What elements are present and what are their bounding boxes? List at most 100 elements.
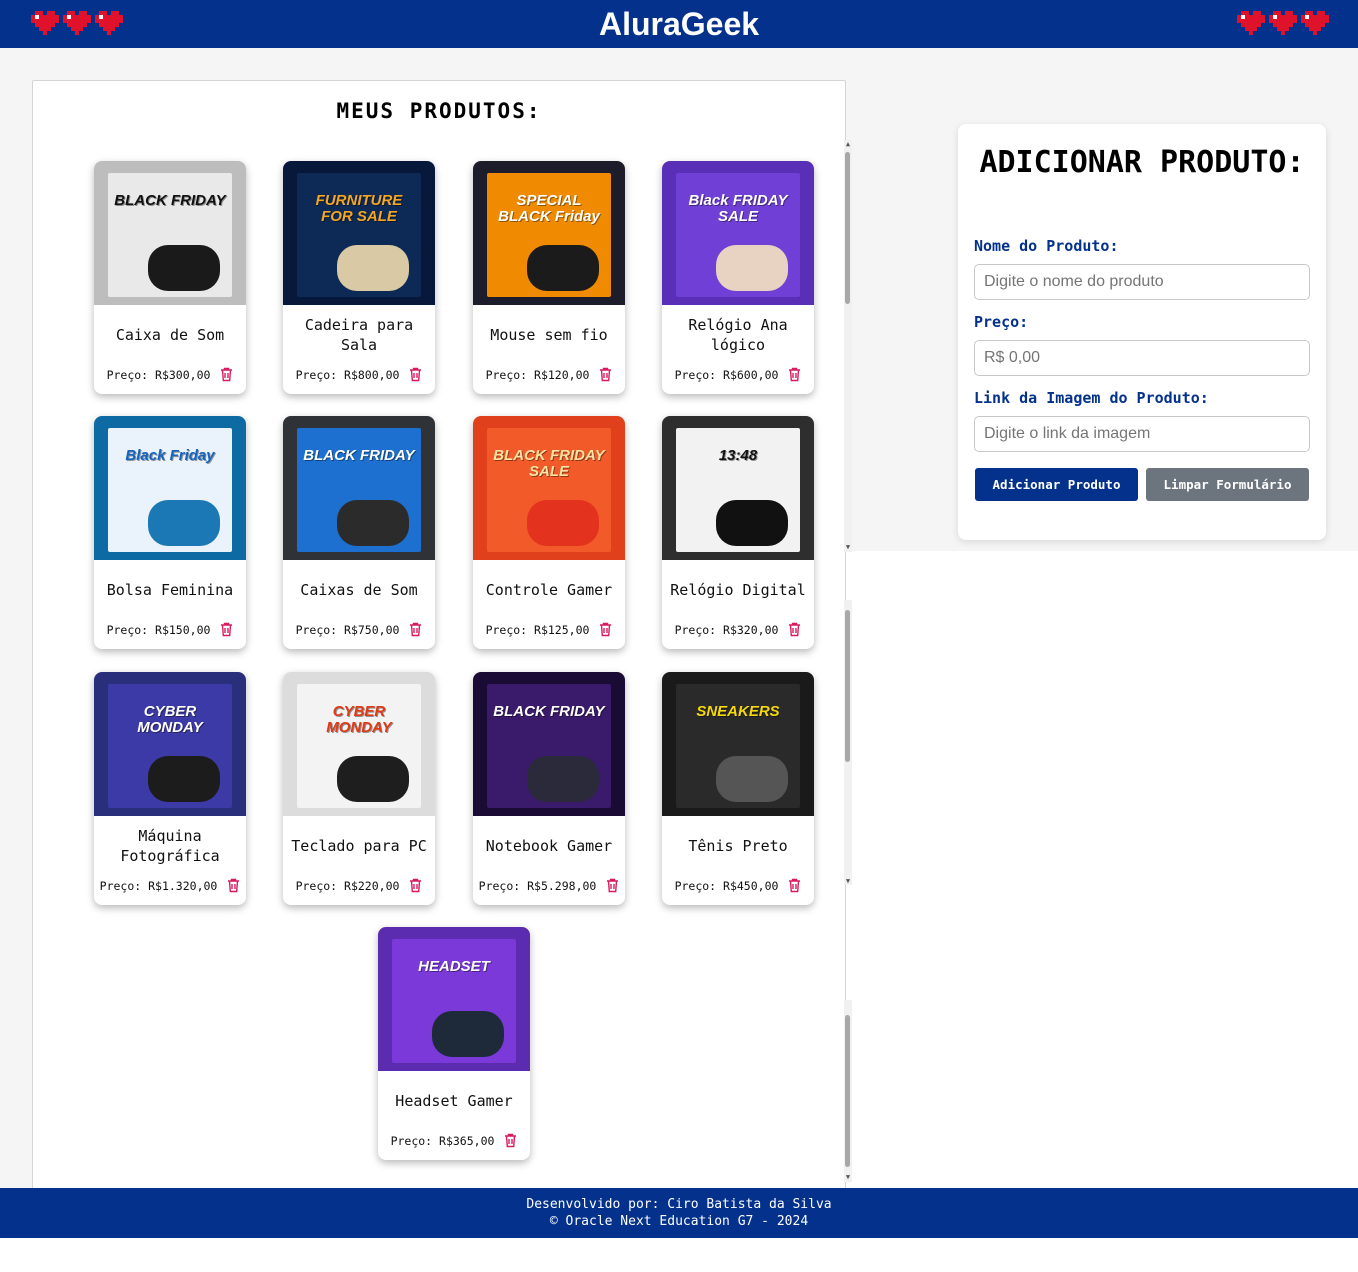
product-name: Máquina Fotográfica	[120, 827, 220, 865]
product-price: Preço: R$600,00	[674, 367, 779, 382]
products-title: MEUS PRODUTOS:	[336, 99, 542, 123]
product-price: Preço: R$150,00	[106, 622, 211, 637]
product-price-row: Preço: R$120,00	[473, 367, 625, 382]
product-price: Preço: R$365,00	[390, 1133, 495, 1148]
product-poster: Black Friday	[108, 428, 232, 552]
poster-headline: HEADSET	[418, 958, 490, 975]
add-product-button[interactable]: Adicionar Produto	[975, 468, 1138, 501]
trash-icon[interactable]	[599, 622, 612, 637]
poster-headline: BLACK FRIDAY	[493, 703, 605, 720]
product-poster: HEADSET	[392, 939, 516, 1063]
product-card: BLACK FRIDAY Caixa de Som Preço: R$300,00	[94, 161, 246, 394]
scroll-down-arrow-icon[interactable]: ▼	[844, 543, 852, 551]
product-price: Preço: R$5.298,00	[478, 878, 597, 893]
form-title-text: ADICIONAR PRODUTO:	[979, 145, 1305, 180]
product-image: BLACK FRIDAY SALE	[473, 416, 625, 560]
product-card: Black Friday Bolsa Feminina Preço: R$150,0…	[94, 416, 246, 649]
trash-icon[interactable]	[788, 622, 801, 637]
poster-product-shape	[148, 756, 220, 802]
trash-icon[interactable]	[409, 878, 422, 893]
scrollbar-thumb[interactable]	[845, 610, 850, 762]
product-name: Mouse sem fio	[490, 326, 608, 344]
clear-form-button[interactable]: Limpar Formulário	[1146, 468, 1309, 501]
product-image: CYBER MONDAY	[283, 672, 435, 816]
scroll-down-arrow-icon[interactable]: ▼	[844, 1173, 852, 1181]
product-name: Bolsa Feminina	[106, 581, 234, 599]
product-price: Preço: R$450,00	[674, 878, 779, 893]
product-price-row: Preço: R$800,00	[283, 367, 435, 382]
product-image: BLACK FRIDAY	[94, 161, 246, 305]
trash-icon[interactable]	[220, 367, 233, 382]
product-name: Cadeira para Sala	[304, 316, 414, 354]
name-label: Nome do Produto:	[974, 237, 1119, 255]
product-poster: BLACK FRIDAY	[108, 173, 232, 297]
trash-icon[interactable]	[409, 367, 422, 382]
image-link-label: Link da Imagem do Produto:	[974, 389, 1209, 407]
product-price-row: Preço: R$150,00	[94, 622, 246, 637]
scrollbar-thumb[interactable]	[845, 152, 850, 304]
scrollbar-thumb[interactable]	[845, 1015, 850, 1167]
poster-product-shape	[716, 500, 788, 546]
products-scrollbar-top[interactable]: ▲ ▼	[844, 140, 852, 552]
product-price: Preço: R$800,00	[295, 367, 400, 382]
poster-product-shape	[716, 756, 788, 802]
site-footer: Desenvolvido por: Ciro Batista da Silva …	[0, 1188, 1358, 1238]
trash-icon[interactable]	[504, 1133, 517, 1148]
poster-headline: SPECIAL BLACK Friday	[498, 192, 600, 225]
trash-icon[interactable]	[788, 367, 801, 382]
trash-icon[interactable]	[599, 367, 612, 382]
product-price-row: Preço: R$600,00	[662, 367, 814, 382]
trash-icon[interactable]	[220, 622, 233, 637]
products-scrollbar-middle[interactable]: ▼	[844, 600, 852, 885]
product-image: Black Friday	[94, 416, 246, 560]
poster-product-shape	[337, 245, 409, 291]
product-price-row: Preço: R$220,00	[283, 878, 435, 893]
scroll-down-arrow-icon[interactable]: ▼	[844, 877, 852, 885]
trash-icon[interactable]	[788, 878, 801, 893]
product-poster: SPECIAL BLACK Friday	[487, 173, 611, 297]
product-price: Preço: R$320,00	[674, 622, 779, 637]
poster-headline: BLACK FRIDAY SALE	[493, 447, 605, 480]
trash-icon[interactable]	[409, 622, 422, 637]
poster-product-shape	[527, 500, 599, 546]
product-price: Preço: R$750,00	[295, 622, 400, 637]
product-image: 13:48	[662, 416, 814, 560]
product-card: BLACK FRIDAY Notebook Gamer Preço: R$5.298…	[473, 672, 625, 905]
product-name-input[interactable]	[974, 264, 1310, 300]
product-price: Preço: R$220,00	[295, 878, 400, 893]
product-card: Black FRIDAY SALE Relógio Ana lógico Preço…	[662, 161, 814, 394]
poster-product-shape	[432, 1011, 504, 1057]
poster-headline: Black Friday	[125, 447, 215, 464]
trash-icon[interactable]	[606, 878, 619, 893]
product-price-input[interactable]	[974, 340, 1310, 376]
product-card: 13:48 Relógio Digital Preço: R$320,00	[662, 416, 814, 649]
product-price-row: Preço: R$320,00	[662, 622, 814, 637]
products-scrollbar-bottom[interactable]: ▼	[844, 1000, 852, 1182]
product-image: HEADSET	[378, 927, 530, 1071]
product-card: SNEAKERS Tênis Preto Preço: R$450,00	[662, 672, 814, 905]
product-price-row: Preço: R$750,00	[283, 622, 435, 637]
products-panel: MEUS PRODUTOS: BLACK FRIDAY Caixa de Som P…	[32, 80, 846, 1190]
trash-icon[interactable]	[227, 878, 240, 893]
product-image-input[interactable]	[974, 416, 1310, 452]
product-image: SNEAKERS	[662, 672, 814, 816]
product-card: CYBER MONDAY Máquina Fotográfica Preço: R$…	[94, 672, 246, 905]
product-price-row: Preço: R$300,00	[94, 367, 246, 382]
poster-headline: FURNITURE FOR SALE	[315, 192, 403, 225]
product-image: FURNITURE FOR SALE	[283, 161, 435, 305]
form-title: ADICIONAR PRODUTO:	[958, 142, 1326, 184]
product-name: Headset Gamer	[395, 1092, 513, 1110]
product-poster: Black FRIDAY SALE	[676, 173, 800, 297]
product-image: Black FRIDAY SALE	[662, 161, 814, 305]
product-poster: BLACK FRIDAY SALE	[487, 428, 611, 552]
poster-product-shape	[148, 245, 220, 291]
product-name: Caixa de Som	[115, 326, 225, 344]
footer-credit: Desenvolvido por: Ciro Batista da Silva	[526, 1197, 832, 1212]
product-name: Notebook Gamer	[485, 837, 613, 855]
poster-headline: 13:48	[718, 447, 758, 464]
product-poster: BLACK FRIDAY	[487, 684, 611, 808]
product-image: BLACK FRIDAY	[283, 416, 435, 560]
site-title: AluraGeek	[598, 6, 760, 42]
scroll-up-arrow-icon[interactable]: ▲	[844, 140, 852, 148]
product-name: Relógio Ana lógico	[688, 316, 788, 354]
